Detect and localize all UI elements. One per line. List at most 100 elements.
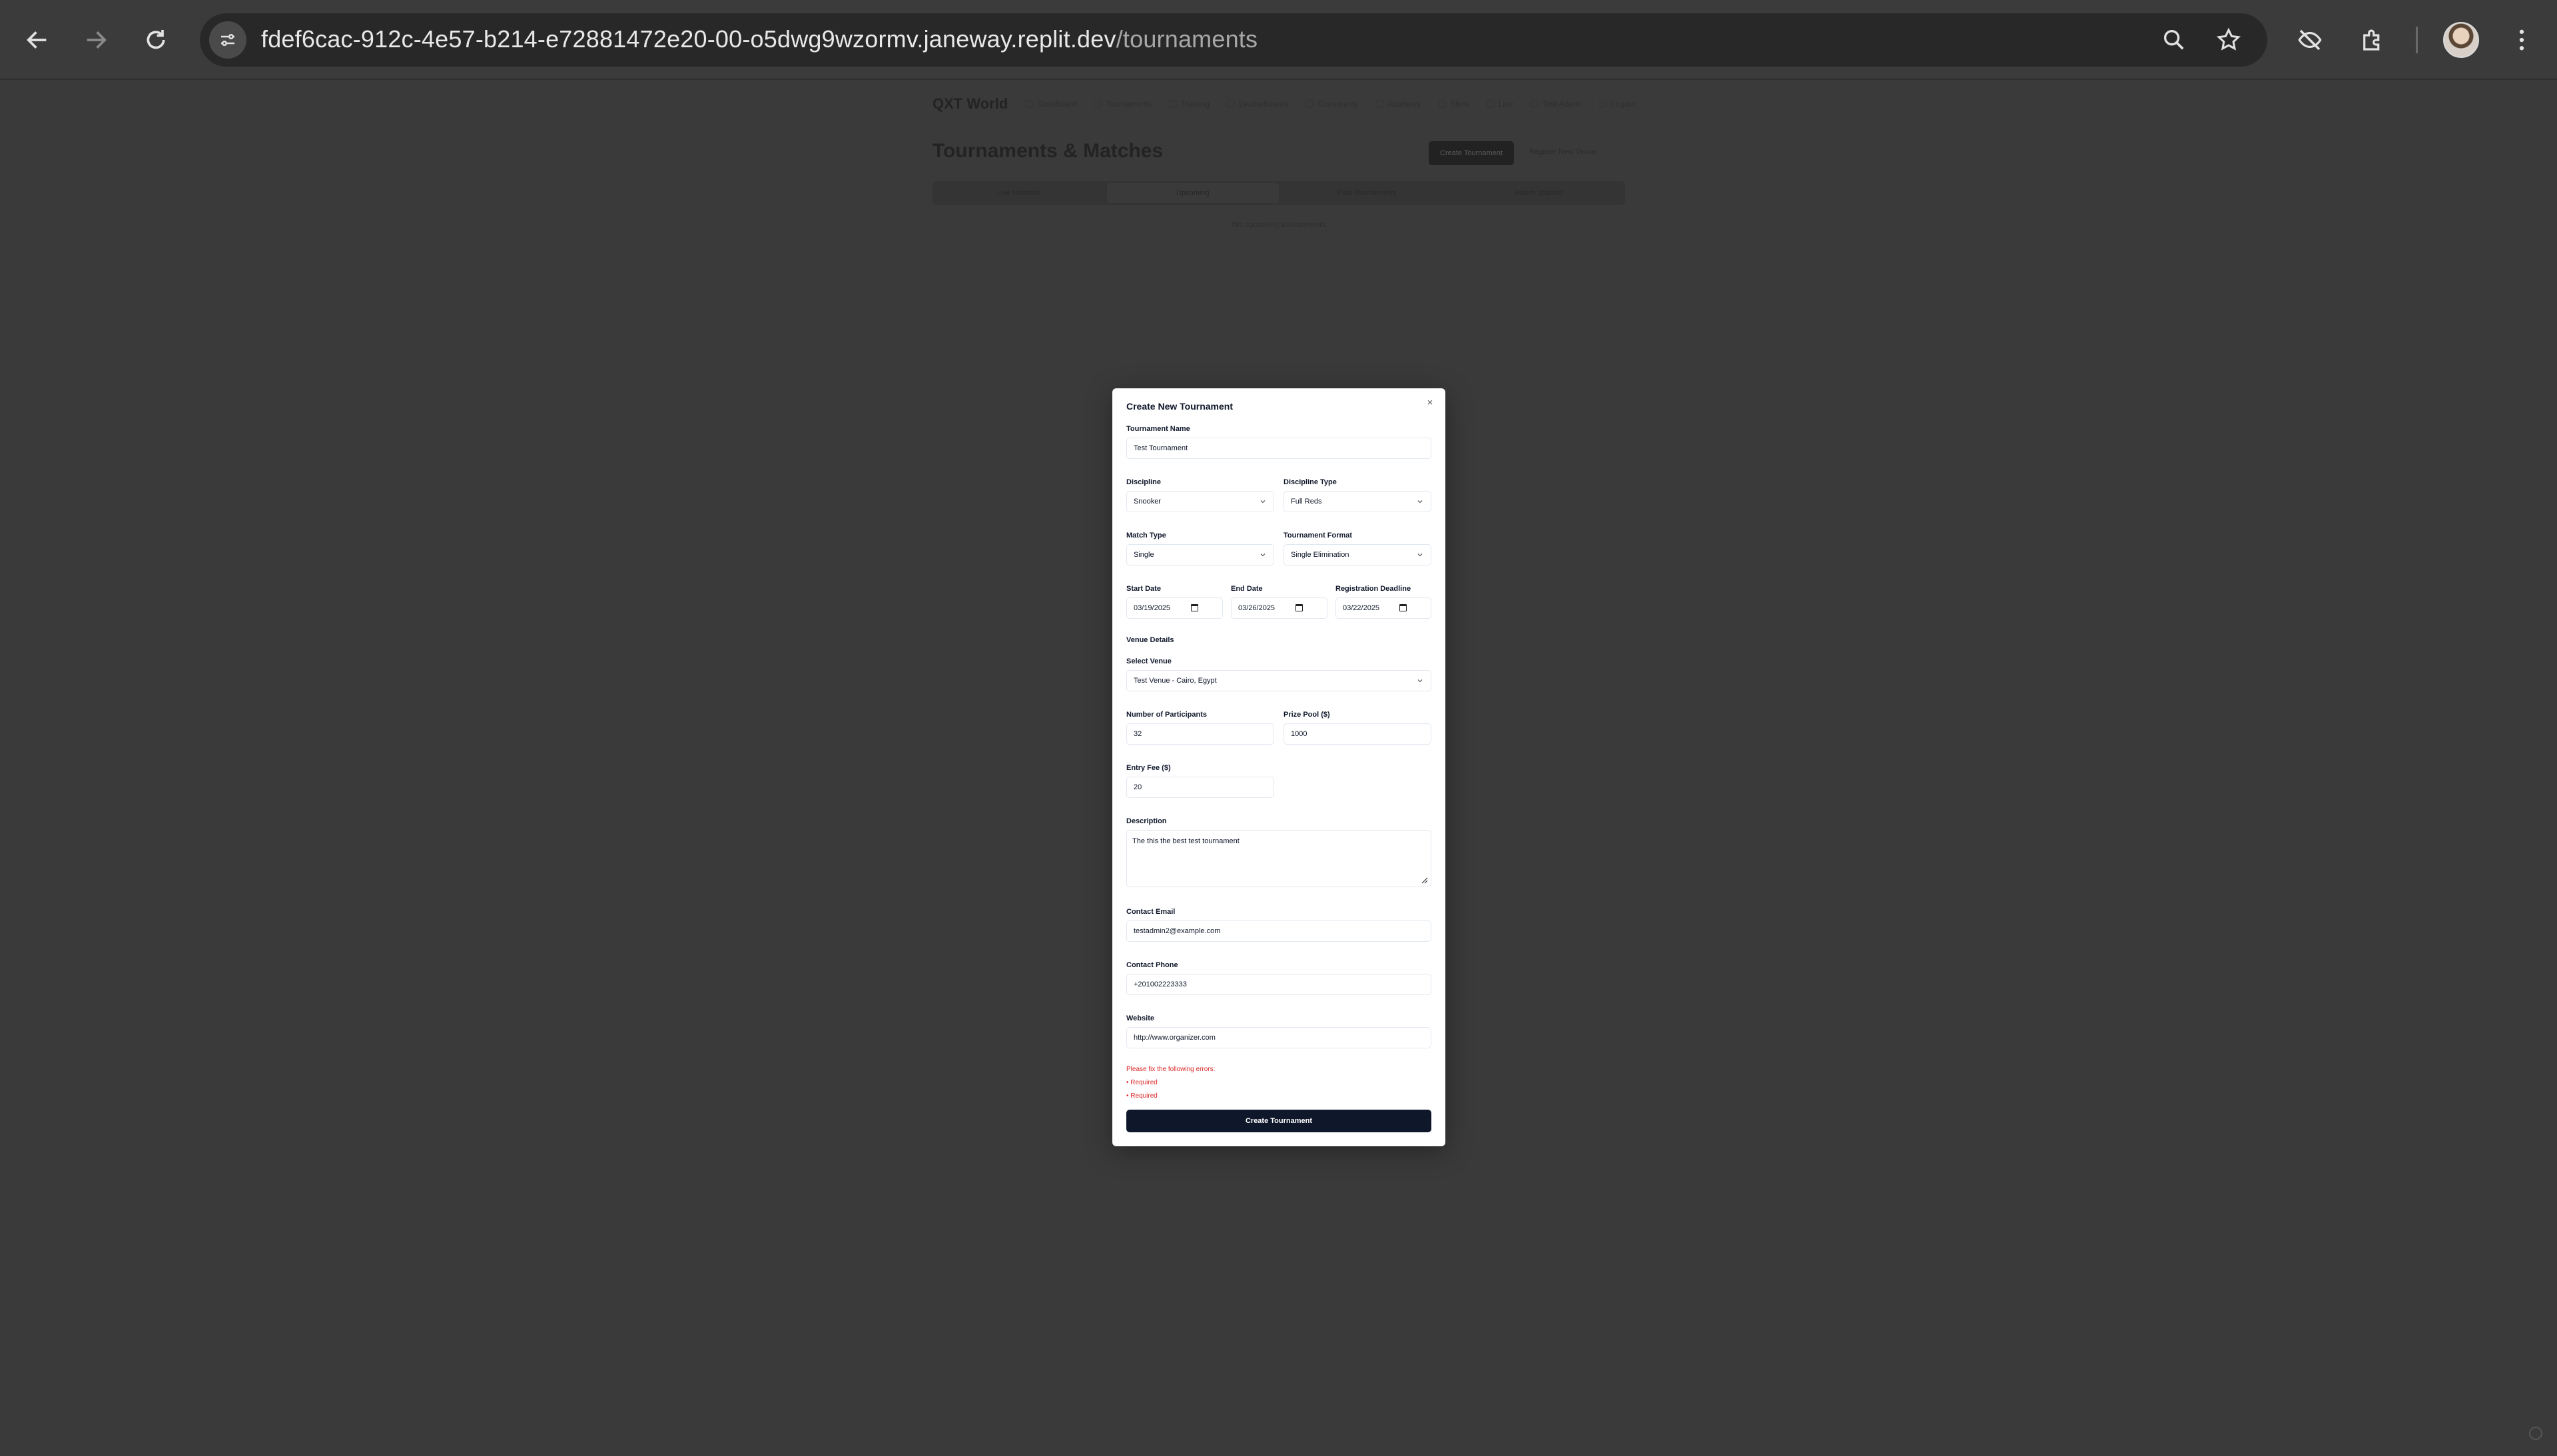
description-value: The this the best test tournament: [1132, 837, 1240, 845]
eye-slash-icon: [2298, 29, 2322, 51]
contact-phone-label: Contact Phone: [1126, 961, 1178, 969]
chevron-down-icon: [1417, 553, 1423, 557]
search-icon: [2164, 30, 2184, 50]
entry-fee-input[interactable]: 20: [1126, 777, 1274, 798]
page-title: Tournaments & Matches: [932, 140, 1164, 162]
profile-avatar[interactable]: [2443, 22, 2479, 58]
nav-user[interactable]: Test Admin: [1530, 99, 1581, 109]
more-vertical-icon: [2519, 29, 2524, 51]
discipline-label: Discipline: [1126, 478, 1161, 486]
settings-icon[interactable]: [2529, 1427, 2542, 1440]
reload-button[interactable]: [135, 19, 177, 61]
contact-email-input[interactable]: testadmin2@example.com: [1126, 920, 1431, 942]
match-type-select[interactable]: Single: [1126, 544, 1274, 565]
registration-deadline-label: Registration Deadline: [1335, 585, 1411, 593]
nav-store[interactable]: Store: [1438, 99, 1469, 109]
submit-create-tournament-button[interactable]: Create Tournament: [1126, 1110, 1431, 1132]
address-bar[interactable]: fdef6cac-912c-4e57-b214-e72881472e20-00-…: [200, 13, 2267, 67]
nav-community[interactable]: Community: [1305, 99, 1358, 109]
create-tournament-button[interactable]: Create Tournament: [1429, 141, 1514, 165]
end-date-value: 03/26/2025: [1238, 604, 1276, 612]
prize-pool-input[interactable]: 1000: [1283, 723, 1431, 745]
tab-upcoming[interactable]: Upcoming: [1106, 183, 1279, 203]
nav-training[interactable]: Training: [1169, 99, 1210, 109]
end-date-label: End Date: [1231, 585, 1263, 593]
nav-dashboard[interactable]: Dashboard: [1025, 99, 1076, 109]
logout-icon: [1599, 100, 1607, 108]
participants-label: Number of Participants: [1126, 711, 1208, 719]
empty-state-message: No upcoming tournaments: [1232, 220, 1326, 229]
brand-logo[interactable]: QXT World: [932, 95, 1008, 113]
description-textarea[interactable]: The this the best test tournament: [1126, 830, 1431, 887]
graduation-cap-icon: [1375, 100, 1384, 108]
calendar-icon[interactable]: [1191, 604, 1198, 611]
tune-icon: [221, 34, 234, 47]
dashboard-icon: [1025, 100, 1034, 108]
description-label: Description: [1126, 817, 1167, 825]
end-date-input[interactable]: 03/26/2025: [1231, 597, 1327, 619]
nav-tournaments[interactable]: Tournaments: [1093, 99, 1152, 109]
register-venue-button[interactable]: Register New Venue: [1529, 148, 1596, 156]
registration-deadline-input[interactable]: 03/22/2025: [1335, 597, 1431, 619]
venue-select[interactable]: Test Venue - Cairo, Egypt: [1126, 670, 1431, 691]
nav-logout[interactable]: Logout: [1599, 99, 1635, 109]
tournament-format-label: Tournament Format: [1283, 532, 1353, 540]
tv-icon: [1486, 100, 1495, 108]
puzzle-icon: [2363, 29, 2380, 51]
nav-live[interactable]: Live: [1486, 99, 1513, 109]
venue-section-heading: Venue Details: [1126, 636, 1174, 644]
start-date-value: 03/19/2025: [1134, 604, 1171, 612]
match-type-label: Match Type: [1126, 532, 1166, 540]
back-button[interactable]: [16, 19, 59, 61]
tournament-name-label: Tournament Name: [1126, 425, 1190, 433]
zoom-button[interactable]: [2158, 24, 2190, 56]
url-host: fdef6cac-912c-4e57-b214-e72881472e20-00-…: [261, 25, 1116, 53]
bookmark-button[interactable]: [2213, 24, 2245, 56]
discipline-type-value: Full Reds: [1291, 498, 1322, 506]
tab-live-matches[interactable]: Live Matches: [932, 181, 1105, 205]
nav-academy[interactable]: Academy: [1375, 99, 1421, 109]
browser-menu-button[interactable]: [2500, 19, 2543, 61]
extensions-menu-button[interactable]: [2351, 19, 2394, 61]
site-info-button[interactable]: [209, 21, 246, 59]
website-input[interactable]: http://www.organizer.com: [1126, 1027, 1431, 1048]
tournament-format-value: Single Elimination: [1291, 551, 1349, 559]
nav-label: Logout: [1611, 99, 1636, 109]
forward-button[interactable]: [75, 19, 117, 61]
website-label: Website: [1126, 1014, 1154, 1022]
discipline-select[interactable]: Snooker: [1126, 491, 1274, 512]
discipline-value: Snooker: [1134, 498, 1161, 506]
tab-match-statistic[interactable]: Match Statistic: [1453, 181, 1626, 205]
close-icon[interactable]: ×: [1424, 396, 1436, 408]
resize-handle-icon[interactable]: [1420, 876, 1428, 884]
tab-label: Match Statistic: [1515, 189, 1563, 197]
chevron-down-icon: [1260, 553, 1266, 557]
calendar-icon[interactable]: [1399, 604, 1407, 611]
tab-label: Past Tournaments: [1337, 189, 1397, 197]
participants-input[interactable]: 32: [1126, 723, 1274, 745]
nav-label: Academy: [1387, 99, 1421, 109]
tab-past-tournaments[interactable]: Past Tournaments: [1281, 181, 1453, 205]
star-icon: [2216, 27, 2241, 51]
url-text[interactable]: fdef6cac-912c-4e57-b214-e72881472e20-00-…: [261, 25, 1258, 53]
tournament-format-select[interactable]: Single Elimination: [1283, 544, 1431, 565]
tournament-name-input[interactable]: Test Tournament: [1126, 438, 1431, 459]
app-navbar: QXT World Dashboard Tournaments Training…: [932, 91, 1635, 117]
tabs-bar: Live Matches Upcoming Past Tournaments M…: [932, 181, 1625, 205]
nav-label: Store: [1450, 99, 1469, 109]
user-icon: [1530, 100, 1539, 108]
discipline-type-select[interactable]: Full Reds: [1283, 491, 1431, 512]
browser-toolbar: fdef6cac-912c-4e57-b214-e72881472e20-00-…: [0, 0, 2557, 80]
dialog-title: Create New Tournament: [1126, 401, 1233, 412]
nav-label: Tournaments: [1105, 99, 1152, 109]
error-item: • Required: [1126, 1092, 1158, 1100]
toolbar-divider: [2416, 27, 2418, 53]
prize-pool-label: Prize Pool ($): [1283, 711, 1330, 719]
contact-phone-input[interactable]: +201002223333: [1126, 974, 1431, 995]
extension-button[interactable]: [2289, 19, 2331, 61]
create-tournament-dialog: Create New Tournament × Tournament Name …: [1112, 388, 1445, 1146]
start-date-input[interactable]: 03/19/2025: [1126, 597, 1223, 619]
registration-deadline-value: 03/22/2025: [1343, 604, 1380, 612]
nav-leaderboards[interactable]: Leaderboards: [1227, 99, 1288, 109]
calendar-icon[interactable]: [1295, 604, 1303, 611]
